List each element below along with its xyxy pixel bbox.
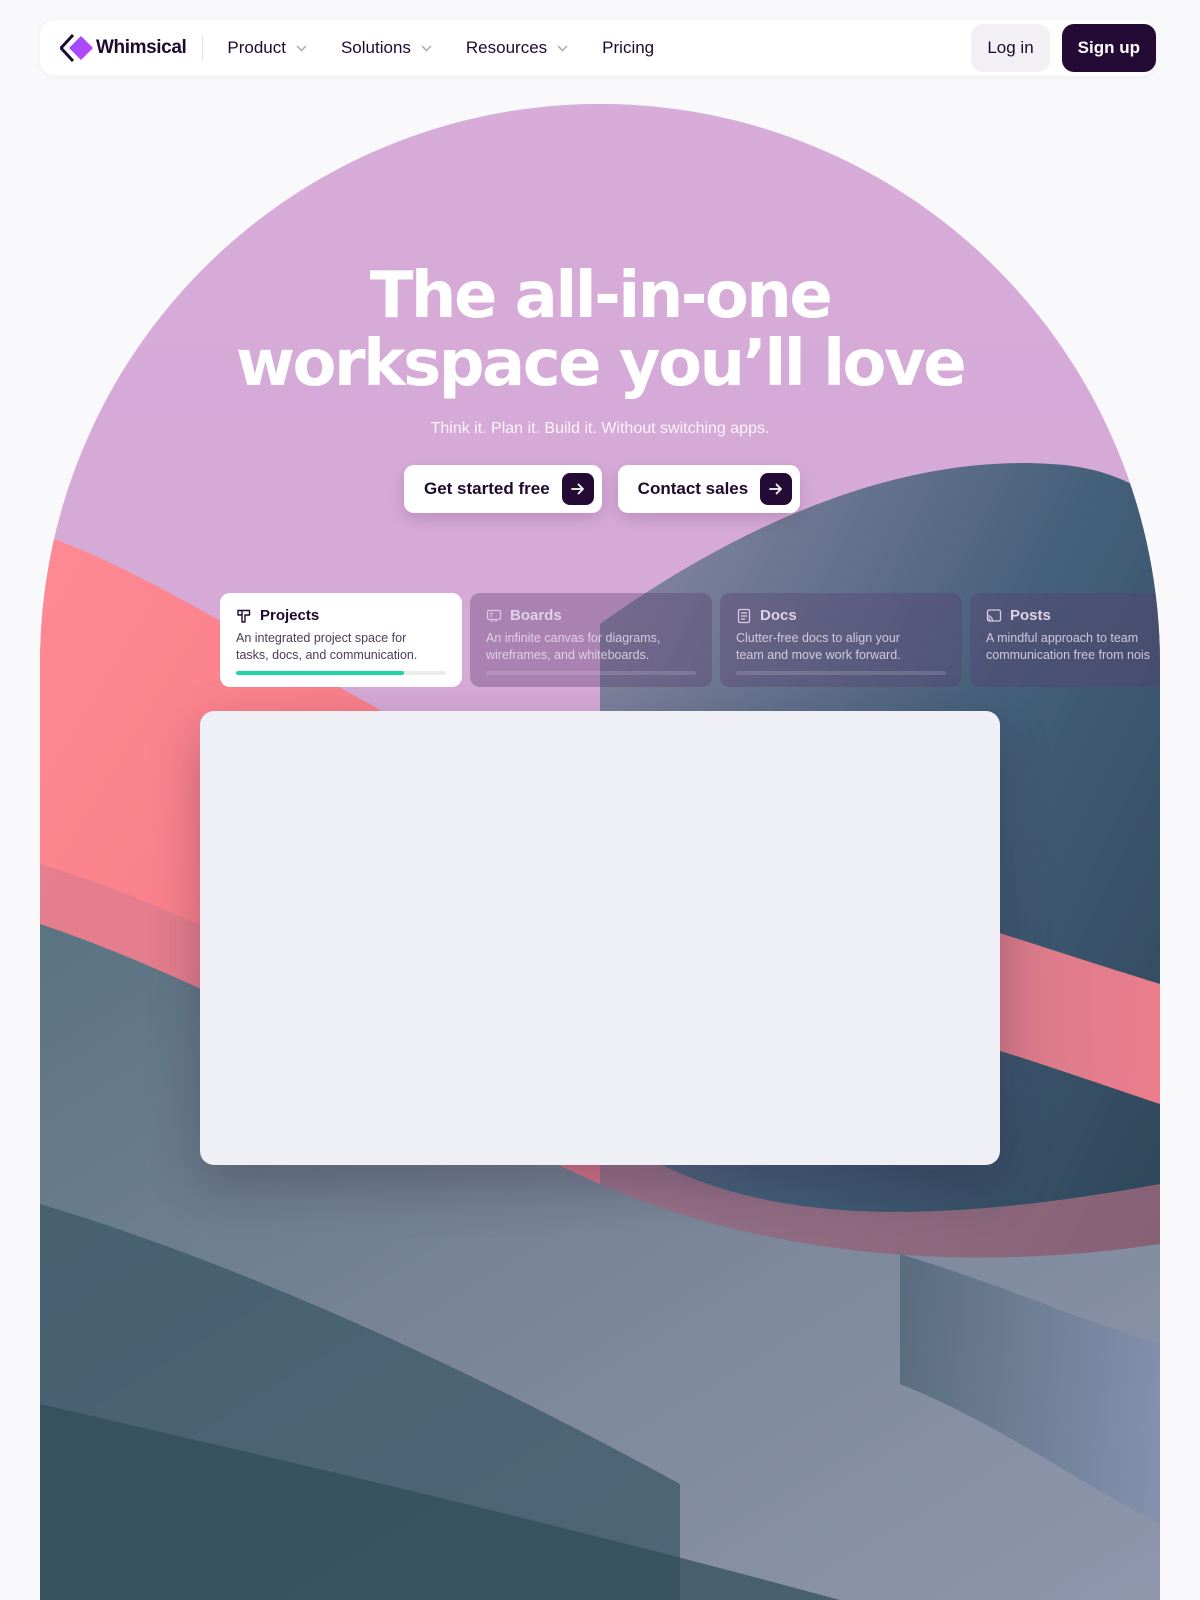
signup-button[interactable]: Sign up: [1061, 24, 1156, 72]
login-button[interactable]: Log in: [971, 24, 1050, 72]
arrow-right-icon: [760, 473, 793, 505]
nav-product[interactable]: Product: [227, 38, 307, 58]
nav-solutions[interactable]: Solutions: [341, 38, 432, 58]
tab-projects-desc-2: tasks, docs, and communication.: [236, 648, 418, 662]
nav-pricing-label: Pricing: [602, 38, 655, 57]
tab-docs-header: Docs: [736, 607, 946, 624]
hero-title-line-2: workspace you’ll love: [235, 327, 967, 401]
nav-resources[interactable]: Resources: [466, 38, 568, 58]
chevron-down-icon: [296, 45, 307, 51]
top-navigation: Whimsical Product Solutions Resources Pr…: [40, 20, 1156, 76]
hero-section: The all-in-one workspace you’ll love Thi…: [40, 104, 1160, 1600]
product-tabs: Projects An integrated project space for…: [220, 593, 1160, 687]
tab-projects-header: Projects: [236, 607, 446, 624]
tab-projects[interactable]: Projects An integrated project space for…: [220, 593, 462, 687]
nav-actions: Log in Sign up: [971, 24, 1156, 72]
nav-divider: [202, 35, 204, 61]
nav-resources-label: Resources: [465, 38, 548, 57]
chevron-down-icon: [421, 45, 432, 51]
get-started-button[interactable]: Get started free: [404, 465, 602, 513]
projects-icon: [237, 609, 251, 623]
nav-product-label: Product: [227, 38, 286, 57]
tab-docs-desc-2: team and move work forward.: [736, 648, 901, 662]
chevron-down-icon: [557, 45, 568, 51]
get-started-label: Get started free: [424, 479, 550, 498]
boards-icon: [486, 609, 502, 622]
docs-icon: [737, 608, 751, 623]
arrow-right-icon: [561, 473, 594, 505]
contact-sales-button[interactable]: Contact sales: [617, 465, 801, 513]
brand-name: Whimsical: [96, 37, 187, 58]
tab-posts-desc-1: A mindful approach to team: [986, 631, 1139, 645]
tab-posts-desc-2: communication free from noise: [986, 648, 1150, 662]
nav-links: Product Solutions Resources Pricing: [227, 38, 688, 58]
tab-projects-desc-1: An integrated project space for: [236, 631, 407, 645]
hero-title-line-1: The all-in-one: [369, 259, 833, 333]
tab-posts-title: Posts: [1010, 607, 1051, 624]
tab-docs-progress: [736, 671, 946, 675]
tab-docs[interactable]: Docs Clutter-free docs to align your tea…: [720, 593, 962, 687]
tab-projects-progress: [236, 671, 446, 675]
tab-boards-desc-2: wireframes, and whiteboards.: [486, 648, 650, 662]
tab-projects-title: Projects: [260, 607, 320, 624]
tab-posts[interactable]: Posts A mindful approach to team communi…: [970, 593, 1160, 687]
hero-cta-row: Get started free Contact sales: [404, 465, 816, 513]
posts-icon: [986, 608, 1002, 622]
hero-subtitle: Think it. Plan it. Build it. Without swi…: [430, 420, 770, 437]
tab-docs-title: Docs: [760, 607, 797, 624]
whimsical-logo-icon: [60, 33, 93, 63]
tab-projects-progress-fill: [236, 671, 404, 675]
contact-sales-label: Contact sales: [637, 479, 749, 498]
nav-solutions-label: Solutions: [340, 38, 411, 57]
tab-boards-progress: [486, 671, 696, 675]
tab-docs-desc-1: Clutter-free docs to align your: [736, 631, 900, 645]
tab-boards-header: Boards: [486, 607, 696, 624]
logo[interactable]: Whimsical: [60, 20, 187, 76]
tab-boards[interactable]: Boards An infinite canvas for diagrams, …: [470, 593, 712, 687]
tab-posts-header: Posts: [986, 607, 1150, 624]
nav-pricing[interactable]: Pricing: [602, 38, 654, 58]
tab-boards-title: Boards: [510, 607, 562, 624]
hero-title: The all-in-one workspace you’ll love: [40, 262, 1160, 398]
product-preview-panel: [200, 711, 1000, 1165]
tab-boards-desc-1: An infinite canvas for diagrams,: [486, 631, 661, 645]
